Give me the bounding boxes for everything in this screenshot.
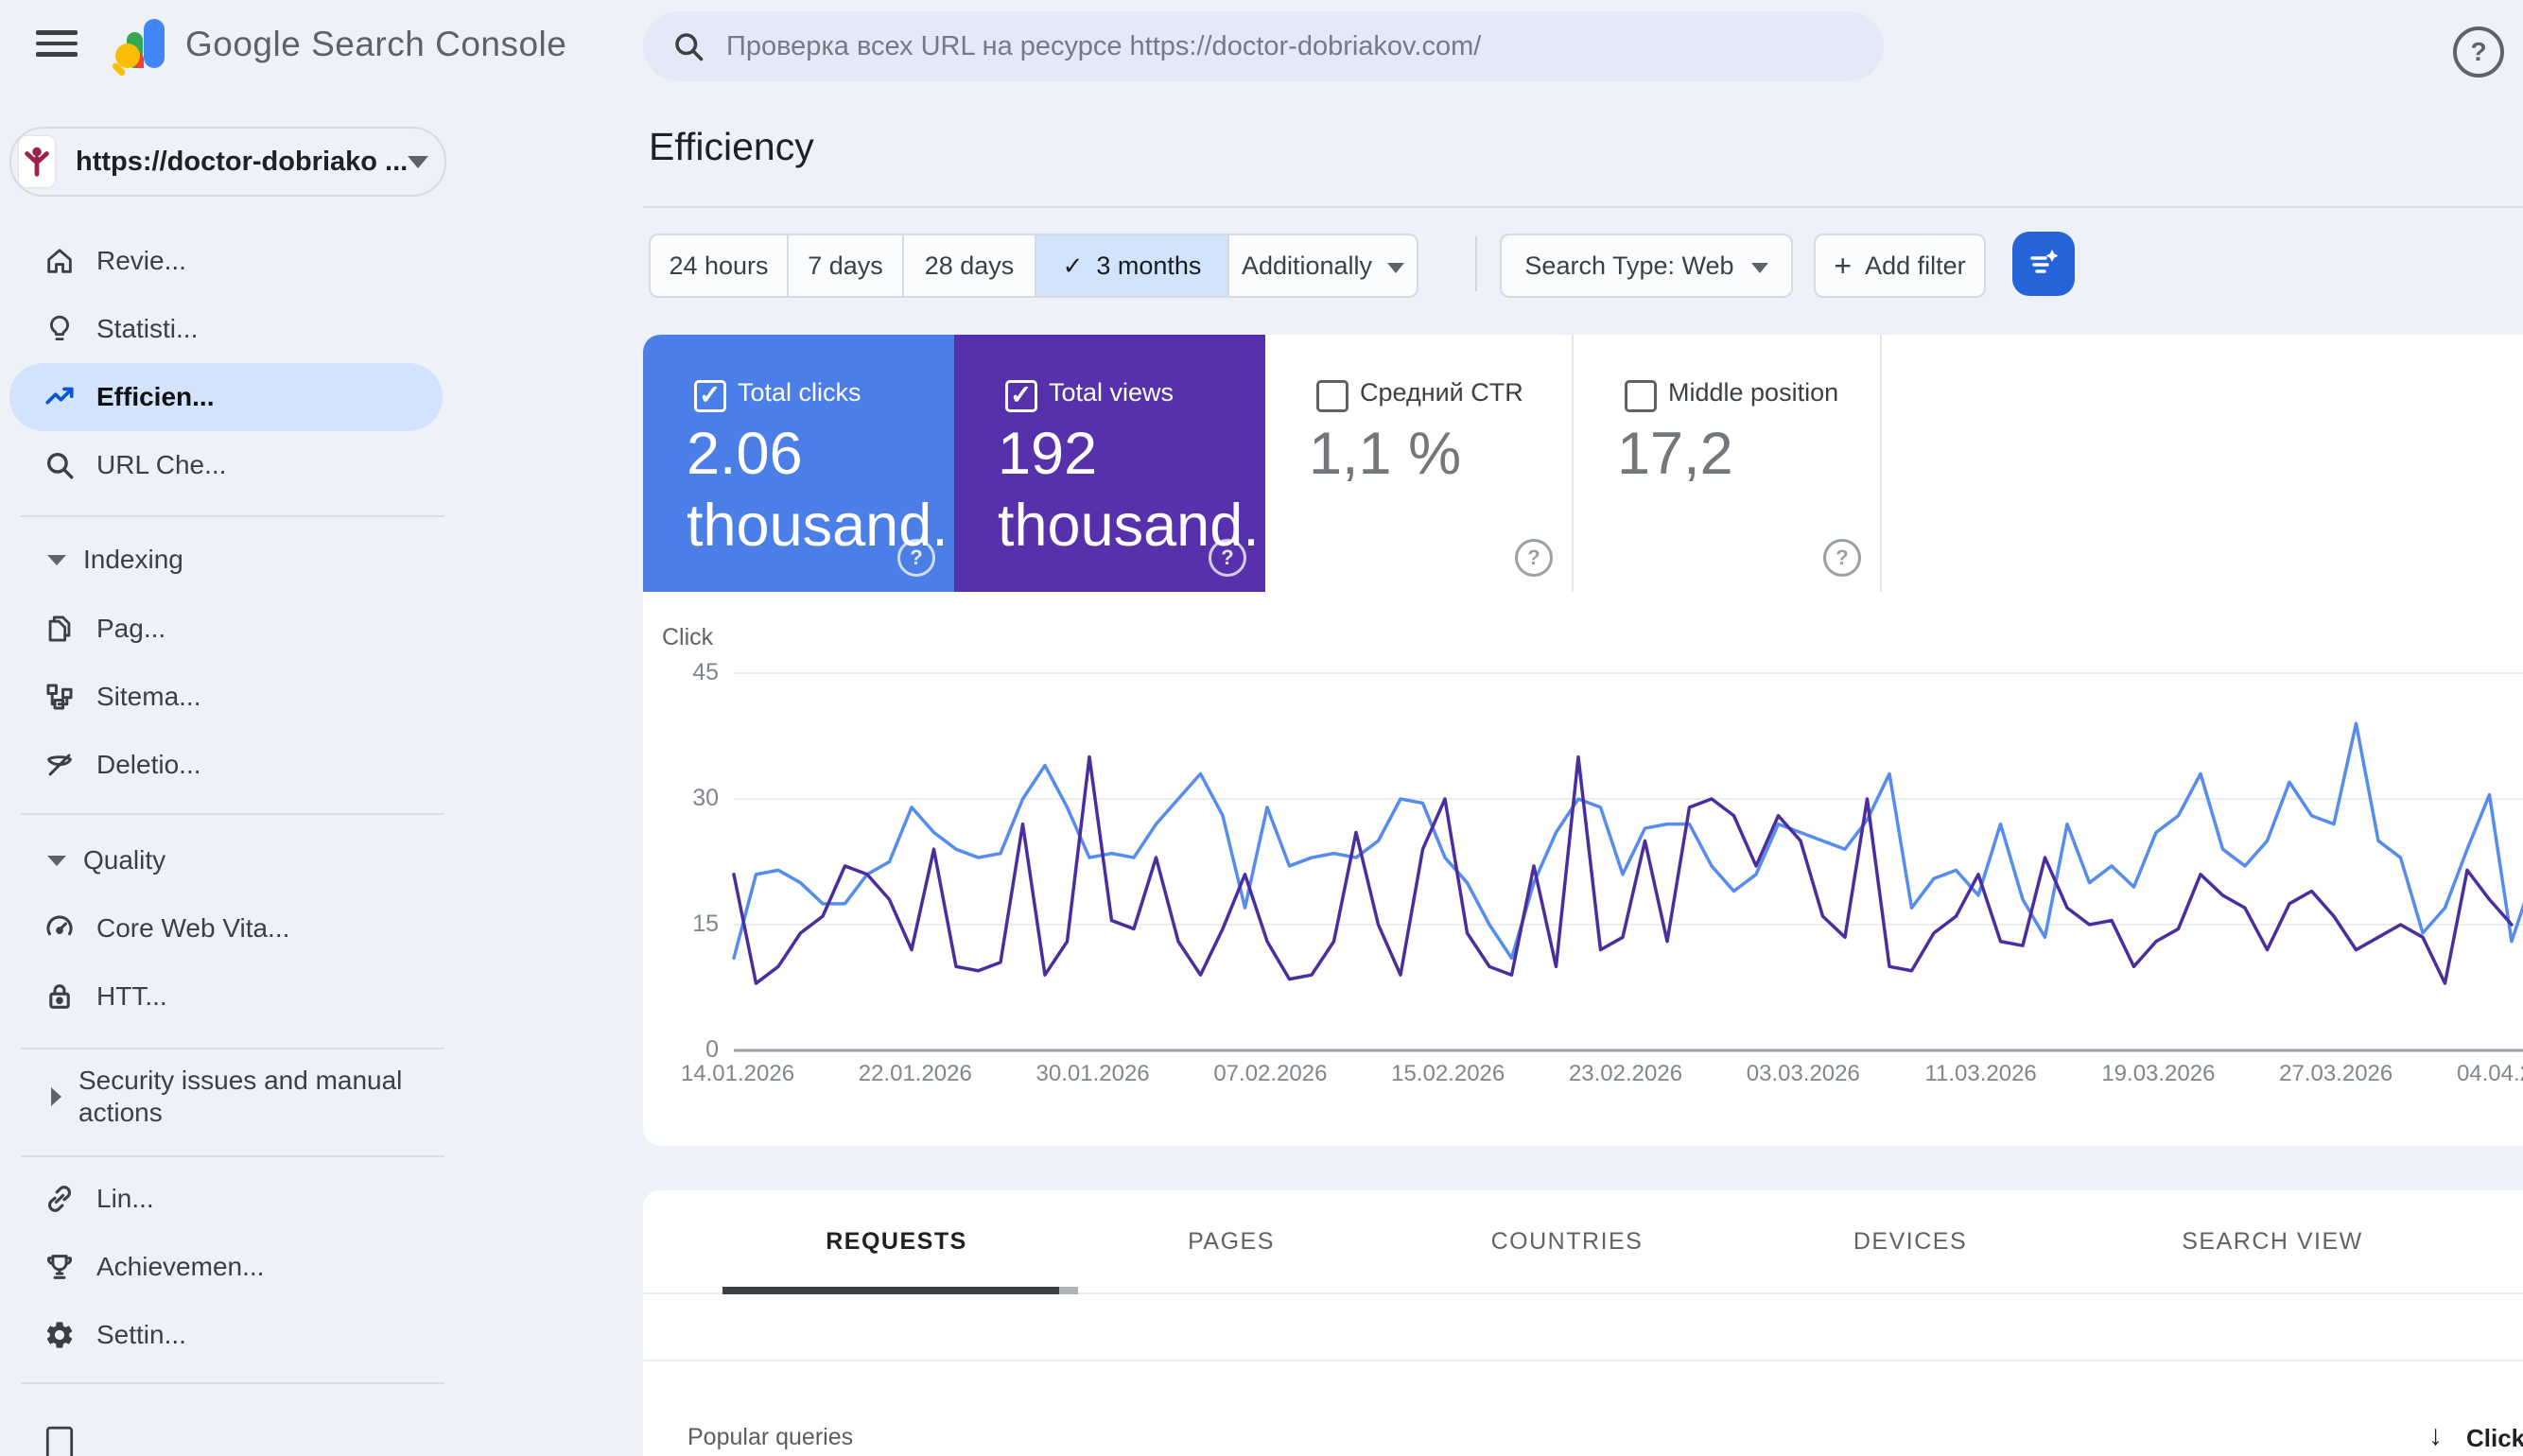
sidebar-section-security[interactable]: Security issues and manual actions: [0, 1057, 450, 1136]
tab-search-view[interactable]: SEARCH VIEW: [2182, 1228, 2363, 1256]
tab-pages[interactable]: PAGES: [1188, 1228, 1275, 1256]
x-tick-label: 04.04.2026: [2456, 1061, 2523, 1086]
app-title: Google Search Console: [185, 25, 567, 63]
divider: [1475, 236, 1477, 291]
home-icon: [44, 245, 76, 277]
sidebar-item-url-check[interactable]: URL Che...: [0, 431, 450, 499]
sort-descending-icon: ↓: [2428, 1420, 2443, 1451]
check-icon: ✓: [1062, 251, 1084, 280]
add-filter-button[interactable]: + Add filter: [1814, 234, 1986, 298]
sidebar-item-pages[interactable]: Pag...: [0, 595, 450, 663]
divider: [21, 1048, 444, 1049]
sidebar-item-statistics[interactable]: Statisti...: [0, 295, 450, 363]
y-tick-label: 0: [705, 1036, 719, 1063]
gear-icon: [44, 1319, 76, 1351]
chevron-down-icon: [47, 554, 66, 565]
sidebar-item-settings[interactable]: Settin...: [0, 1301, 450, 1369]
x-tick-label: 14.01.2026: [680, 1061, 795, 1086]
y-tick-label: 15: [692, 910, 719, 937]
divider: [21, 1155, 444, 1157]
range-28-days[interactable]: 28 days: [904, 235, 1036, 296]
sidebar-section-quality[interactable]: Quality: [0, 832, 450, 889]
x-tick-label: 11.03.2026: [1924, 1061, 2037, 1086]
sidebar-item-efficiency[interactable]: Efficien...: [0, 363, 450, 431]
sidebar-item-links[interactable]: Lin...: [0, 1165, 450, 1233]
tab-devices[interactable]: DEVICES: [1853, 1228, 1967, 1256]
x-tick-label: 19.03.2026: [2101, 1061, 2216, 1086]
gsc-app: Google Search Console Проверка всех URL …: [0, 0, 2523, 1456]
chevron-down-icon: [1750, 262, 1768, 273]
trophy-icon: [44, 1251, 76, 1283]
url-inspection-search[interactable]: Проверка всех URL на ресурсе https://doc…: [643, 11, 1884, 81]
search-placeholder: Проверка всех URL на ресурсе https://doc…: [726, 30, 1482, 61]
tab-requests[interactable]: REQUESTS: [826, 1228, 967, 1256]
page-title: Efficiency: [649, 125, 814, 168]
x-tick-label: 22.01.2026: [858, 1061, 972, 1086]
y-tick-label: 45: [692, 659, 719, 685]
sidebar-item-https[interactable]: HTT...: [0, 962, 450, 1031]
sidebar-item-core-web-vitals[interactable]: Core Web Vita...: [0, 894, 450, 962]
property-url: https://doctor-dobriako ...: [76, 146, 409, 177]
table-header-queries: Popular queries: [687, 1424, 854, 1450]
divider: [21, 1382, 444, 1384]
tab-countries[interactable]: COUNTRIES: [1491, 1228, 1644, 1256]
range-additionally[interactable]: Additionally: [1229, 235, 1417, 296]
chevron-down-icon: [408, 155, 429, 168]
trending-up-icon: [44, 381, 76, 413]
feedback-icon[interactable]: [44, 1424, 76, 1456]
speedometer-icon: [44, 912, 76, 945]
link-icon: [44, 1183, 76, 1215]
dimensions-panel: REQUESTS PAGES COUNTRIES DEVICES SEARCH …: [643, 1190, 2523, 1456]
active-tab-indicator: [722, 1287, 1059, 1294]
magnifier-icon: [44, 449, 76, 481]
sidebar-section-indexing[interactable]: Indexing: [0, 531, 450, 588]
property-favicon: [19, 136, 55, 187]
chevron-down-icon: [47, 855, 66, 866]
divider: [21, 813, 444, 815]
x-tick-label: 07.02.2026: [1213, 1061, 1328, 1086]
sidebar-item-sitemaps[interactable]: Sitema...: [0, 663, 450, 731]
performance-panel: Total clicks 2.06thousand. ? Total views…: [643, 335, 2523, 1146]
x-tick-label: 03.03.2026: [1746, 1061, 1860, 1086]
range-24-hours[interactable]: 24 hours: [651, 235, 789, 296]
lock-icon: [44, 980, 76, 1013]
chevron-right-icon: [51, 1087, 61, 1106]
sidebar-item-deletions[interactable]: Deletio...: [0, 731, 450, 799]
sidebar-item-review[interactable]: Revie...: [0, 227, 450, 295]
menu-icon[interactable]: [36, 30, 78, 62]
divider: [643, 206, 2523, 208]
active-tab-indicator-tail: [1059, 1287, 1078, 1294]
chevron-down-icon: [1387, 262, 1405, 273]
x-tick-label: 15.02.2026: [1391, 1061, 1505, 1086]
sidebar-item-achievements[interactable]: Achievemen...: [0, 1233, 450, 1301]
help-icon[interactable]: ?: [2453, 26, 2504, 78]
sitemap-icon: [44, 681, 76, 713]
search-icon: [671, 29, 705, 63]
plus-icon: +: [1834, 248, 1853, 283]
tune-sparkle-icon: [2030, 250, 2059, 273]
search-type-button[interactable]: Search Type: Web: [1500, 234, 1793, 298]
range-7-days[interactable]: 7 days: [789, 235, 904, 296]
pages-icon: [44, 613, 76, 645]
lightbulb-icon: [44, 313, 76, 345]
x-tick-label: 27.03.2026: [2279, 1061, 2393, 1086]
clicks-views-line-chart: [732, 672, 2523, 1052]
property-selector[interactable]: https://doctor-dobriako ...: [9, 127, 446, 197]
date-range-group: 24 hours 7 days 28 days ✓ 3 months Addit…: [649, 234, 1418, 298]
y-tick-label: 30: [692, 785, 719, 811]
range-3-months[interactable]: ✓ 3 months: [1036, 235, 1229, 296]
eye-off-icon: [44, 749, 76, 781]
x-tick-label: 23.02.2026: [1568, 1061, 1683, 1086]
divider: [643, 1360, 2523, 1361]
table-header-clicks[interactable]: Clicks: [2466, 1424, 2523, 1453]
x-tick-label: 30.01.2026: [1035, 1061, 1150, 1086]
divider: [21, 515, 444, 517]
smart-filter-button[interactable]: [2012, 232, 2075, 296]
search-console-logo-icon: [106, 11, 176, 81]
